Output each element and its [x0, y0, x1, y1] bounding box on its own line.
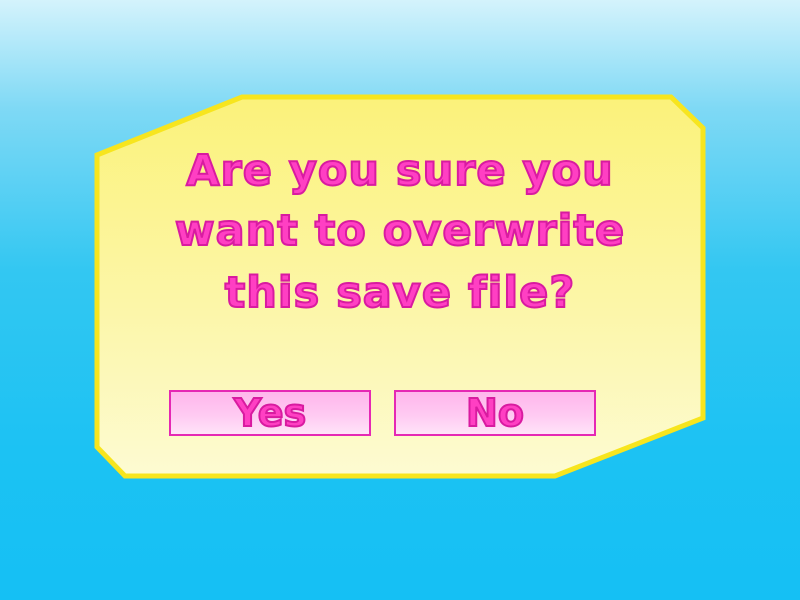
dialog-message-line: this save file? [224, 267, 576, 319]
dialog-message-line: Are you sure you [185, 145, 614, 197]
yes-button[interactable]: Yes [169, 390, 371, 436]
dialog-message-line: want to overwrite [174, 205, 626, 257]
no-button[interactable]: No [394, 390, 596, 436]
